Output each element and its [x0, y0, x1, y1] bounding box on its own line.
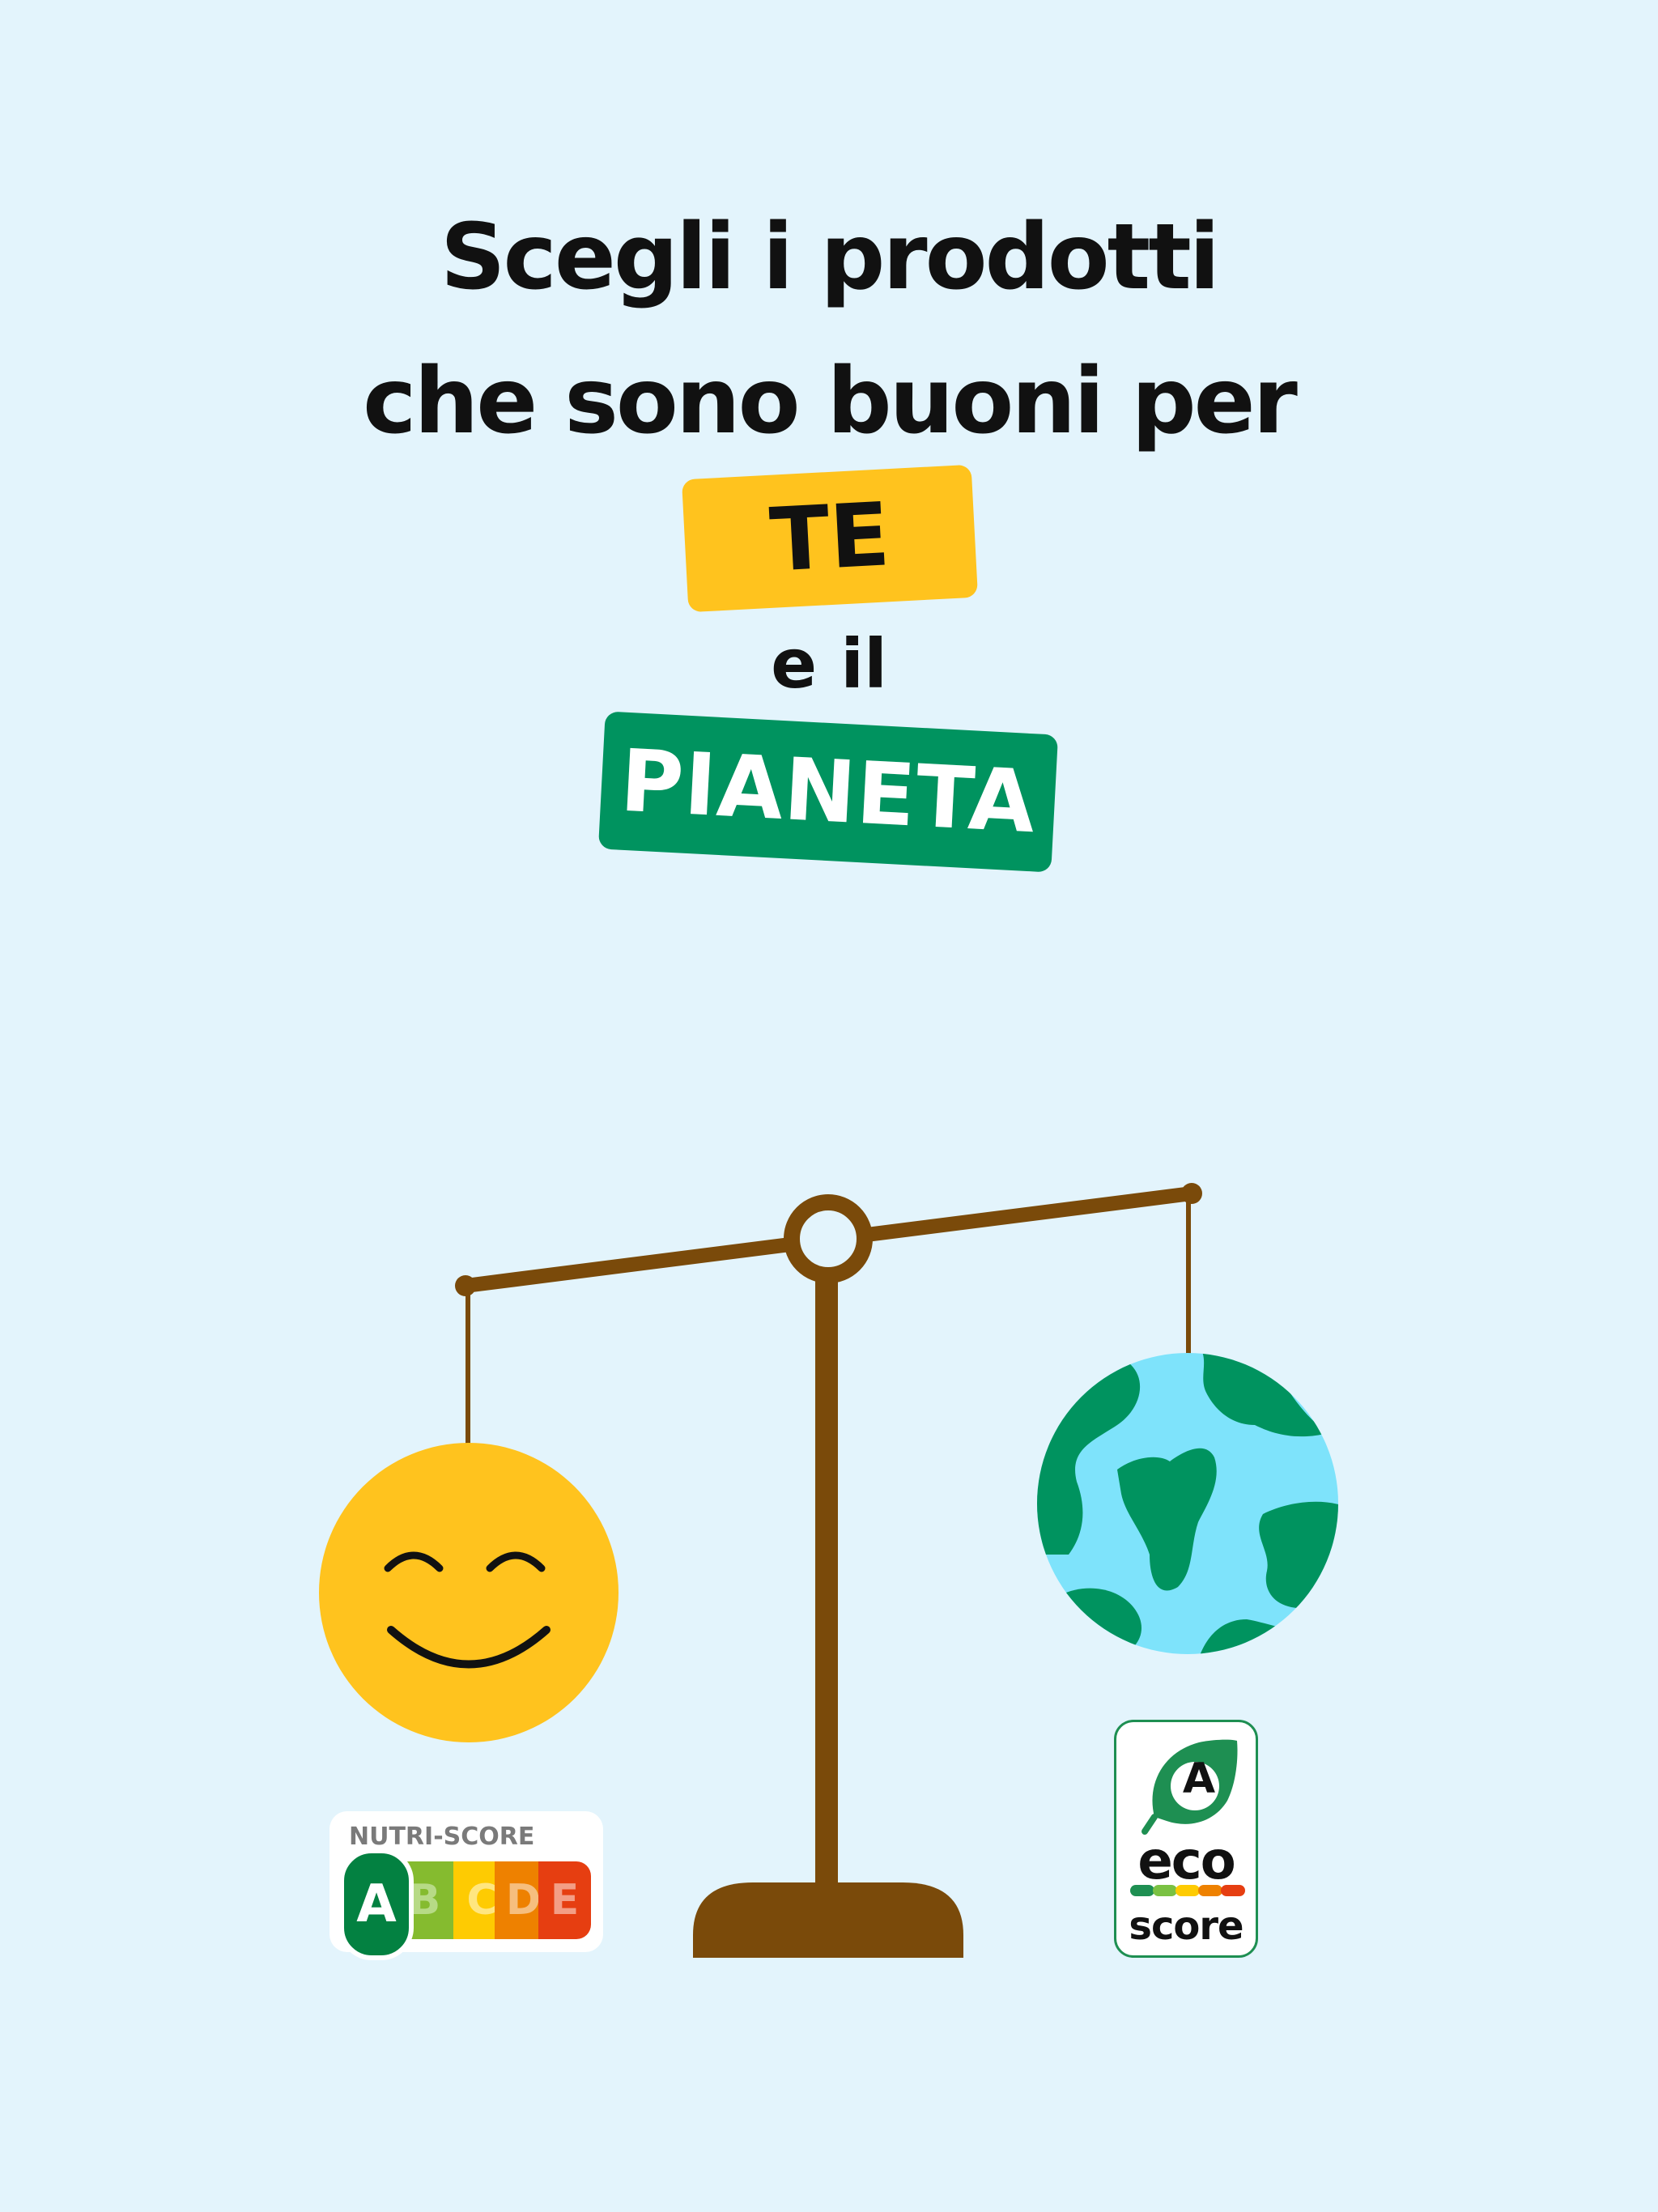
nutri-score-title: NUTRI-SCORE: [349, 1823, 535, 1851]
nutri-score-grade-e: E: [538, 1861, 591, 1939]
nutri-score-grade-a-selected: A: [339, 1848, 414, 1960]
earth-globe-icon: [1037, 1353, 1338, 1654]
nutri-score-badge: NUTRI-SCORE B C D E A: [329, 1811, 603, 1960]
eco-score-word-eco: eco: [1137, 1831, 1235, 1891]
eco-score-badge: A eco score: [1114, 1720, 1258, 1958]
eco-score-grade: A: [1182, 1755, 1216, 1803]
balance-scale-illustration: [319, 1183, 1338, 1958]
smiley-face-icon: [319, 1443, 619, 1742]
eco-score-word-score: score: [1129, 1904, 1244, 1949]
